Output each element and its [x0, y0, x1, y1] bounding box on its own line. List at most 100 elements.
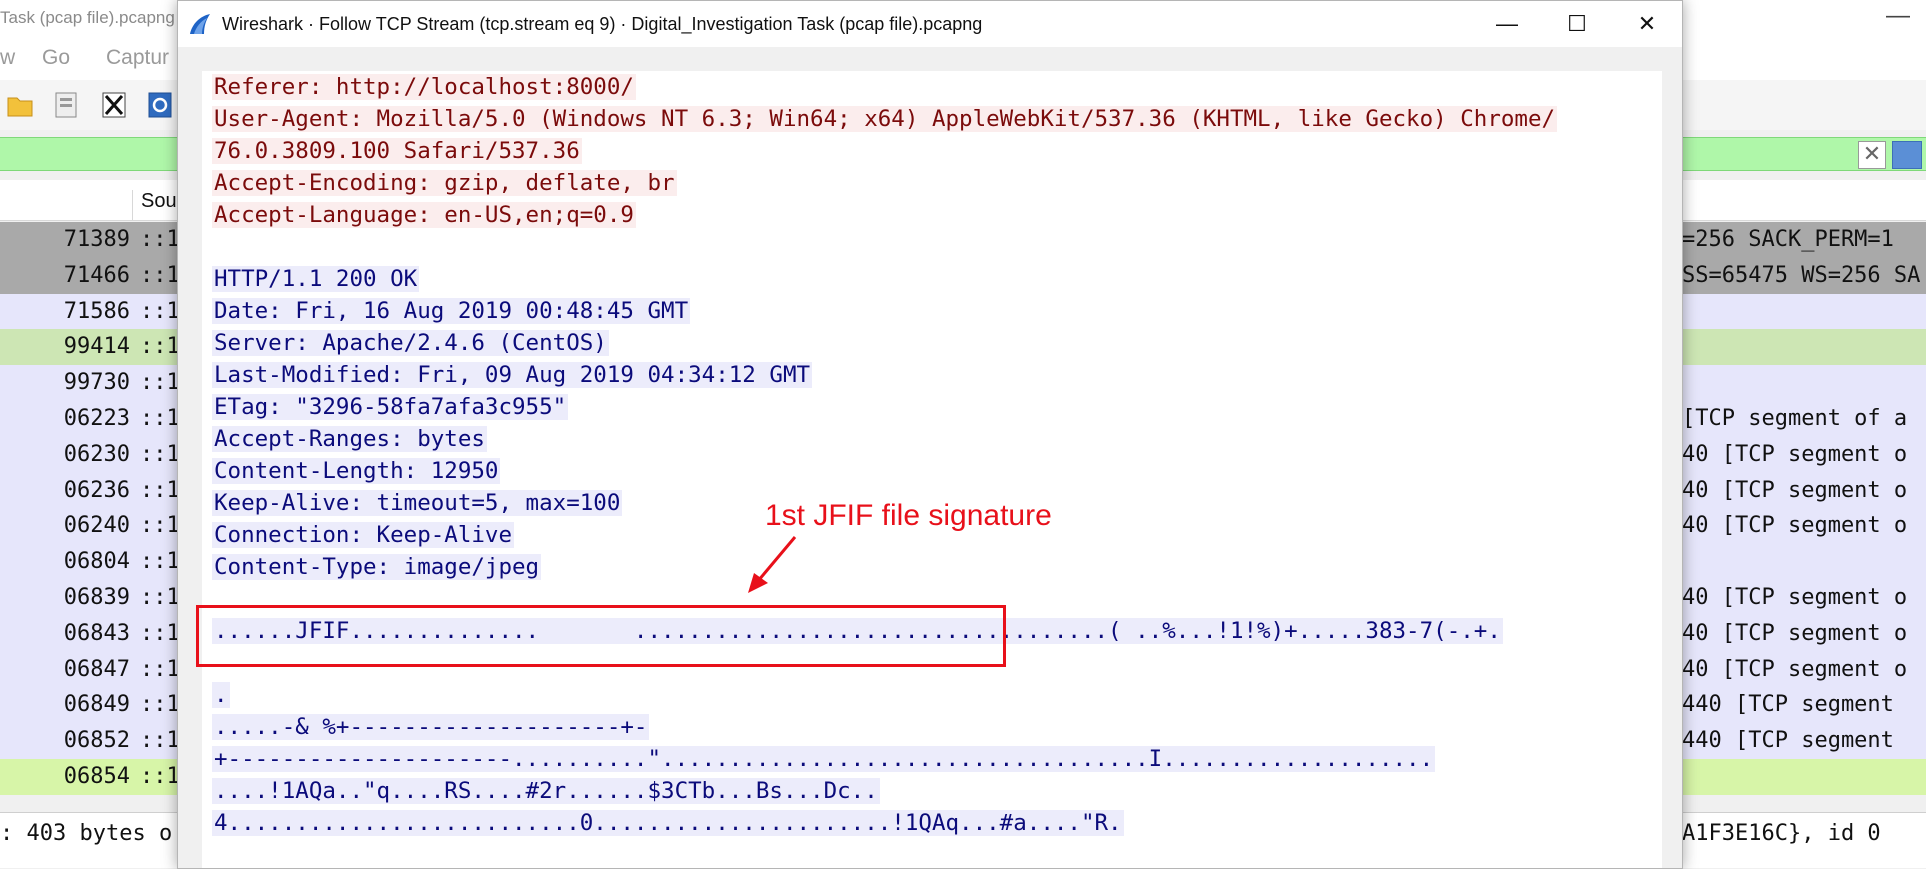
wireshark-fin-icon [190, 14, 210, 34]
server-binary-line: 4..........................0............… [212, 807, 1632, 839]
packet-info: 40 [TCP segment o [1682, 441, 1908, 467]
dialog-close-button[interactable]: ✕ [1612, 1, 1682, 47]
client-request-line: Referer: http://localhost:8000/ [212, 71, 1632, 103]
packet-info: 40 [TCP segment o [1682, 584, 1908, 610]
packet-number: 71389 [63, 227, 130, 252]
annotation-arrow-icon [748, 536, 797, 593]
server-response-line-text: HTTP/1.1 200 OK [212, 266, 420, 292]
packet-source: ::1 [140, 513, 180, 539]
client-request-line-text: Accept-Language: en-US,en;q=0.9 [212, 202, 636, 228]
packet-source: ::1 [140, 656, 180, 682]
packet-source: ::1 [140, 298, 180, 324]
server-binary-line: ....!1AQa.."q....RS....#2r......$3CTb...… [212, 775, 1632, 807]
dialog-minimize-button[interactable]: — [1472, 1, 1542, 47]
packet-info: 440 [TCP segment [1682, 692, 1894, 718]
filter-clear-icon[interactable]: ✕ [1858, 141, 1886, 169]
packet-info: [TCP segment of a [1682, 405, 1908, 431]
follow-tcp-stream-dialog: Wireshark · Follow TCP Stream (tcp.strea… [177, 0, 1683, 869]
packet-number: 99730 [63, 370, 130, 396]
packet-number: 99414 [63, 334, 130, 360]
server-response-line-text: Connection: Keep-Alive [212, 522, 515, 548]
details-right-text: A1F3E16C}, id 0 [1682, 821, 1881, 846]
server-binary-line: . [212, 679, 1632, 711]
packet-source: ::1 [140, 549, 180, 575]
packet-info: 40 [TCP segment o [1682, 513, 1908, 539]
packet-number: 06847 [63, 656, 130, 682]
server-response-line-text: Server: Apache/2.4.6 (CentOS) [212, 330, 609, 356]
server-response-line-text: ETag: "3296-58fa7afa3c955" [212, 394, 569, 420]
packet-number: 71466 [63, 262, 130, 288]
packet-number: 06240 [63, 513, 130, 539]
server-binary-line-text: .....-& %+--------------------+- [212, 714, 650, 740]
client-request-line-text: User-Agent: Mozilla/5.0 (Windows NT 6.3;… [212, 106, 1558, 132]
client-request-line: User-Agent: Mozilla/5.0 (Windows NT 6.3;… [212, 103, 1632, 135]
server-binary-line-text: . [212, 682, 230, 708]
close-file-icon[interactable] [100, 90, 128, 120]
packet-source: ::1 [140, 763, 180, 789]
save-file-icon[interactable] [52, 90, 80, 120]
packet-number: 06236 [63, 477, 130, 503]
server-response-line: Date: Fri, 16 Aug 2019 00:48:45 GMT [212, 295, 1632, 327]
packet-info: SS=65475 WS=256 SA [1682, 262, 1921, 288]
server-response-line: HTTP/1.1 200 OK [212, 263, 1632, 295]
client-request-line-text: 76.0.3809.100 Safari/537.36 [212, 138, 582, 164]
menu-capture[interactable]: Captur [106, 46, 169, 70]
server-response-line-text: Accept-Ranges: bytes [212, 426, 487, 452]
server-response-line: Accept-Ranges: bytes [212, 423, 1632, 455]
stream-content: Referer: http://localhost:8000/User-Agen… [212, 71, 1632, 839]
packet-number: 06849 [63, 692, 130, 718]
packet-source: ::1 [140, 728, 180, 754]
jfif-signature-highlight-box [196, 605, 1006, 667]
server-response-line-text: Keep-Alive: timeout=5, max=100 [212, 490, 623, 516]
packet-source: ::1 [140, 477, 180, 503]
packet-source: ::1 [140, 334, 180, 360]
packet-source: ::1 [140, 441, 180, 467]
filter-apply-button[interactable] [1892, 141, 1922, 169]
server-response-line: ETag: "3296-58fa7afa3c955" [212, 391, 1632, 423]
packet-number: 06230 [63, 441, 130, 467]
main-minimize-button[interactable]: — [1886, 2, 1910, 30]
dialog-title: Wireshark · Follow TCP Stream (tcp.strea… [222, 14, 983, 34]
stream-blank-line [212, 231, 1632, 263]
server-binary-line-text: ....!1AQa.."q....RS....#2r......$3CTb...… [212, 778, 880, 804]
packet-source: ::1 [140, 692, 180, 718]
packet-info: =256 SACK_PERM=1 [1682, 227, 1894, 252]
open-folder-icon[interactable] [6, 90, 34, 120]
server-response-line: Content-Type: image/jpeg [212, 551, 1632, 583]
server-response-line-text: Content-Type: image/jpeg [212, 554, 542, 580]
packet-number: 06843 [63, 620, 130, 646]
packet-source: ::1 [140, 227, 180, 252]
packet-info: 40 [TCP segment o [1682, 477, 1908, 503]
dialog-titlebar: Wireshark · Follow TCP Stream (tcp.strea… [178, 1, 1682, 47]
server-response-line: Server: Apache/2.4.6 (CentOS) [212, 327, 1632, 359]
packet-number: 06839 [63, 584, 130, 610]
main-window-title: Task (pcap file).pcapng [0, 8, 175, 27]
packet-number: 06852 [63, 728, 130, 754]
packet-number: 06804 [63, 549, 130, 575]
annotation-label: 1st JFIF file signature [765, 499, 1052, 532]
server-response-line: Last-Modified: Fri, 09 Aug 2019 04:34:12… [212, 359, 1632, 391]
server-binary-line-text: 4..........................0............… [212, 810, 1124, 836]
server-binary-line: +---------------------..........".......… [212, 743, 1632, 775]
client-request-line: Accept-Language: en-US,en;q=0.9 [212, 199, 1632, 231]
menu-go[interactable]: Go [42, 46, 70, 70]
server-response-line-text: Last-Modified: Fri, 09 Aug 2019 04:34:12… [212, 362, 813, 388]
reload-file-icon[interactable] [146, 90, 174, 120]
packet-source: ::1 [140, 620, 180, 646]
packet-source: ::1 [140, 584, 180, 610]
packet-number: 06223 [63, 405, 130, 431]
packet-number: 06854 [63, 763, 130, 789]
stream-text-area[interactable]: Referer: http://localhost:8000/User-Agen… [202, 71, 1662, 868]
client-request-line: Accept-Encoding: gzip, deflate, br [212, 167, 1632, 199]
client-request-line: 76.0.3809.100 Safari/537.36 [212, 135, 1632, 167]
details-left-text: : 403 bytes o [0, 821, 173, 846]
client-request-line-text: Referer: http://localhost:8000/ [212, 74, 636, 100]
packet-source: ::1 [140, 262, 180, 288]
server-binary-line-text: +---------------------..........".......… [212, 746, 1436, 772]
server-response-line-text: Content-Length: 12950 [212, 458, 501, 484]
menu-view[interactable]: w [0, 46, 15, 70]
dialog-maximize-button[interactable]: ☐ [1542, 1, 1612, 47]
packet-info: 40 [TCP segment o [1682, 656, 1908, 682]
server-response-line: Content-Length: 12950 [212, 455, 1632, 487]
packet-info: 440 [TCP segment [1682, 728, 1894, 754]
